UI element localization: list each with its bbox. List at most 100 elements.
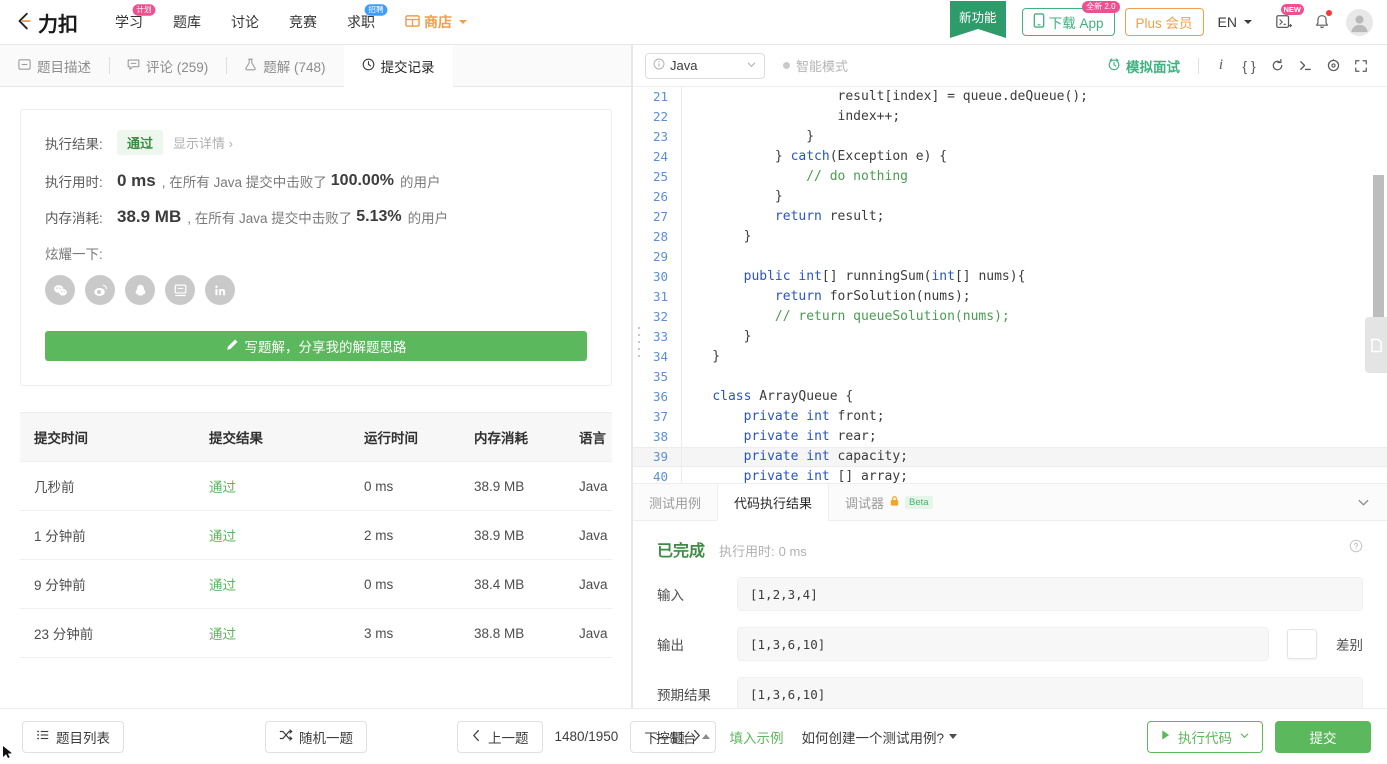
tab-solutions[interactable]: 题解 (748) (226, 45, 343, 86)
line-number: 35 (652, 369, 668, 384)
settings-icon[interactable] (1319, 52, 1347, 80)
result-status-row: 执行结果: 通过 显示详情 › (45, 130, 587, 155)
main-nav-links: 学习 计划 题库 讨论 竞赛 求职 招聘 商店 (100, 4, 482, 32)
nav-label: 讨论 (231, 14, 259, 30)
clock-icon (362, 58, 375, 74)
cell-result[interactable]: 通过 (195, 559, 350, 609)
share-label-row: 炫耀一下: (45, 243, 587, 263)
info-circle-icon (653, 58, 665, 73)
download-app-button[interactable]: 下载 App 全新 2.0 (1021, 1, 1120, 36)
tab-debugger[interactable]: 调试器 Beta (829, 484, 949, 520)
runtime-value: 0 ms (117, 171, 156, 190)
plus-membership-button[interactable]: Plus 会员 (1124, 8, 1204, 36)
chevron-down-icon (1244, 20, 1252, 24)
nav-item-problems[interactable]: 题库 (158, 12, 216, 32)
console-toggle-button[interactable]: 控制台 (656, 727, 710, 747)
code-line: 37 private int front; (633, 407, 1387, 427)
tab-submissions[interactable]: 提交记录 (343, 45, 453, 87)
language-dropdown[interactable]: Java (645, 52, 765, 79)
expected-value-box[interactable]: [1,3,6,10] (737, 677, 1363, 711)
code-line: 31 return forSolution(nums); (633, 287, 1387, 307)
memory-row: 内存消耗: 38.9 MB , 在所有 Java 提交中击败了 5.13% 的用… (45, 207, 587, 227)
download-app-label: 下载 App (1048, 16, 1104, 31)
result-summary-row: 已完成 执行用时: 0 ms (657, 537, 1363, 561)
new-feature-ribbon[interactable]: 新功能 (949, 1, 1006, 38)
memory-percentile: 5.13% (356, 208, 402, 225)
nav-item-store[interactable]: 商店 (390, 12, 482, 32)
code-line: 30 public int[] runningSum(int[] nums){ (633, 267, 1387, 287)
nav-item-jobs[interactable]: 求职 招聘 (332, 4, 390, 32)
tab-label: 代码执行结果 (734, 495, 813, 511)
code-playground-button[interactable]: NEW (1270, 4, 1304, 36)
cell-result[interactable]: 通过 (195, 608, 350, 658)
line-code: } (681, 189, 783, 204)
editor-drag-handle[interactable] (638, 327, 641, 362)
nav-item-discuss[interactable]: 讨论 (216, 12, 274, 32)
nav-label: 学习 (115, 14, 143, 30)
fullscreen-icon[interactable] (1347, 52, 1375, 80)
weibo-icon[interactable] (85, 275, 115, 305)
reset-icon[interactable] (1263, 52, 1291, 80)
diff-toggle[interactable] (1287, 629, 1317, 659)
pencil-icon (226, 338, 239, 354)
run-code-button[interactable]: 执行代码 (1147, 720, 1263, 753)
line-code: } (681, 349, 721, 364)
how-to-create-testcase-link[interactable]: 如何创建一个测试用例? (802, 727, 958, 747)
language-selector[interactable]: EN (1218, 14, 1252, 30)
nav-label: 求职 (347, 14, 375, 30)
list-icon (36, 728, 50, 745)
col-header-language: 语言 (565, 412, 612, 462)
cell-memory: 38.9 MB (460, 461, 565, 511)
site-logo[interactable]: 力扣 (14, 8, 78, 37)
code-editor[interactable]: 21 result[index] = queue.deQueue(); 22 i… (633, 87, 1387, 483)
tab-code-result[interactable]: 代码执行结果 (717, 484, 830, 521)
table-row[interactable]: 几秒前 通过 0 ms 38.9 MB Java (20, 461, 612, 511)
output-value-box[interactable]: [1,3,6,10] (737, 627, 1269, 661)
line-number: 40 (652, 469, 668, 483)
output-row: 输出 [1,3,6,10] 差别 (657, 627, 1363, 661)
table-row[interactable]: 23 分钟前 通过 3 ms 38.8 MB Java (20, 608, 612, 658)
format-braces-icon[interactable]: { } (1235, 52, 1263, 80)
flask-icon (244, 58, 257, 74)
linkedin-icon[interactable] (205, 275, 235, 305)
submit-button[interactable]: 提交 (1275, 720, 1371, 753)
nav-item-contest[interactable]: 竞赛 (274, 12, 332, 32)
tab-testcase[interactable]: 测试用例 (633, 484, 717, 520)
write-solution-button[interactable]: 写题解，分享我的解题思路 (45, 331, 587, 361)
qq-icon[interactable] (125, 275, 155, 305)
expected-value: [1,3,6,10] (750, 686, 826, 702)
tab-label: 调试器 (845, 495, 885, 511)
info-icon[interactable]: i (1207, 52, 1235, 80)
user-avatar[interactable] (1346, 8, 1373, 36)
mock-interview-button[interactable]: 模拟面试 (1107, 56, 1180, 76)
fill-example-link[interactable]: 填入示例 (730, 727, 784, 747)
cell-result[interactable]: 通过 (195, 461, 350, 511)
terminal-icon[interactable] (1291, 52, 1319, 80)
smart-mode-label: 智能模式 (796, 59, 849, 74)
prev-problem-button[interactable]: 上一题 (457, 720, 543, 753)
help-circle-icon[interactable] (1349, 539, 1363, 556)
table-row[interactable]: 9 分钟前 通过 0 ms 38.4 MB Java (20, 559, 612, 609)
nav-item-study[interactable]: 学习 计划 (100, 4, 158, 32)
editor-scrollbar-thumb[interactable] (1373, 175, 1384, 335)
line-number: 24 (652, 149, 668, 164)
line-number: 30 (652, 269, 668, 284)
show-detail-link[interactable]: 显示详情 › (173, 133, 233, 152)
collapse-console-button[interactable] (1356, 484, 1387, 520)
col-header-result: 提交结果 (195, 412, 350, 462)
line-number: 21 (652, 89, 668, 104)
tab-description[interactable]: 题目描述 (0, 45, 109, 86)
table-row[interactable]: 1 分钟前 通过 2 ms 38.9 MB Java (20, 510, 612, 560)
wechat-icon[interactable] (45, 275, 75, 305)
douban-icon[interactable] (165, 275, 195, 305)
smart-mode-toggle[interactable]: 智能模式 (783, 56, 848, 75)
lock-icon (889, 495, 900, 510)
notifications-button[interactable] (1308, 8, 1336, 36)
tab-comments[interactable]: 评论 (259) (109, 45, 226, 86)
random-problem-button[interactable]: 随机一题 (265, 720, 367, 753)
notes-panel-tab[interactable] (1365, 317, 1387, 373)
input-value-box[interactable]: [1,2,3,4] (737, 577, 1363, 611)
line-code: index++; (681, 109, 901, 124)
cell-result[interactable]: 通过 (195, 510, 350, 560)
problem-list-button[interactable]: 题目列表 (22, 720, 124, 753)
